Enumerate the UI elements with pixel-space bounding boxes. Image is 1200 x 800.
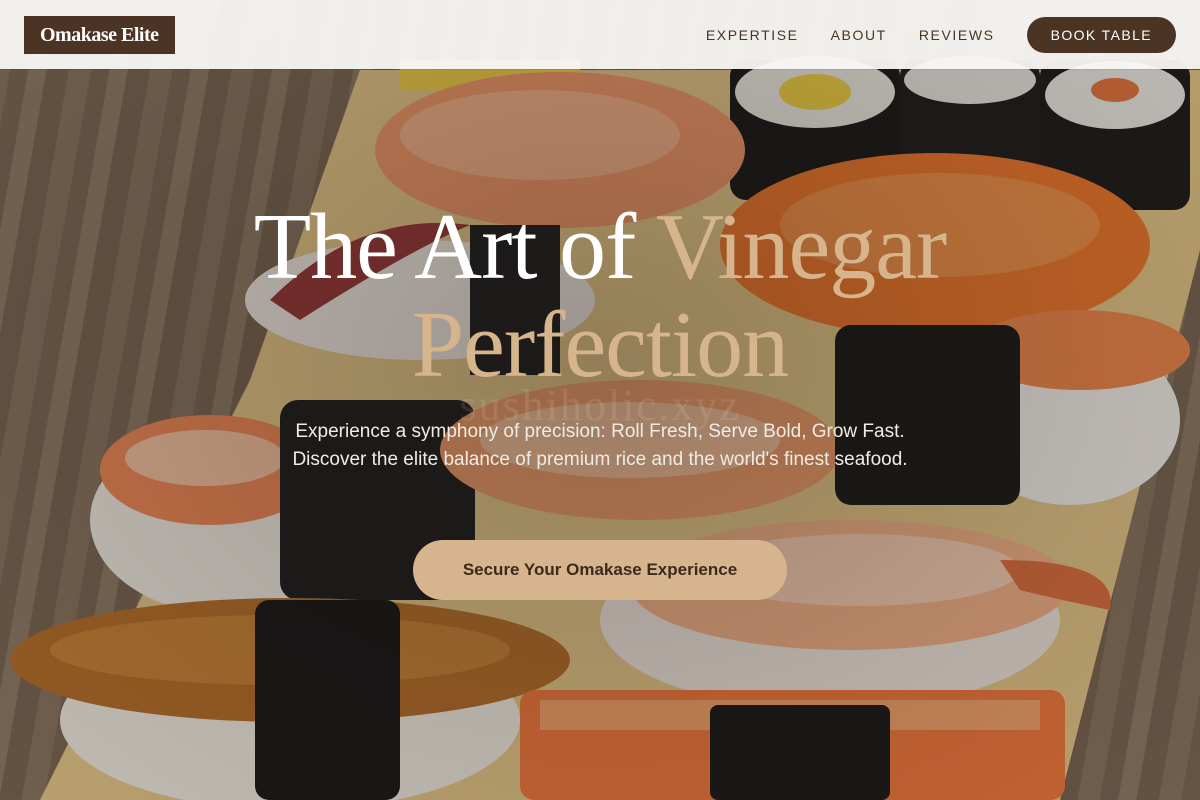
brand-logo[interactable]: Omakase Elite: [24, 15, 175, 54]
hero-title-main: The Art of: [253, 195, 657, 299]
nav-link-reviews[interactable]: REVIEWS: [919, 27, 995, 43]
secure-experience-button[interactable]: Secure Your Omakase Experience: [413, 540, 787, 600]
nav-links: EXPERTISE ABOUT REVIEWS BOOK TABLE: [674, 16, 1176, 53]
hero-subtitle: Experience a symphony of precision: Roll…: [292, 421, 908, 470]
hero-content: The Art of Vinegar Perfection sushiholic…: [0, 0, 1200, 800]
nav-link-about[interactable]: ABOUT: [831, 27, 887, 43]
top-nav: Omakase Elite EXPERTISE ABOUT REVIEWS BO…: [0, 0, 1200, 69]
hero-title: The Art of Vinegar Perfection: [0, 198, 1200, 394]
nav-link-expertise[interactable]: EXPERTISE: [706, 27, 799, 43]
hero-title-accent-1: Vinegar: [656, 195, 947, 299]
book-table-button[interactable]: BOOK TABLE: [1026, 16, 1176, 53]
